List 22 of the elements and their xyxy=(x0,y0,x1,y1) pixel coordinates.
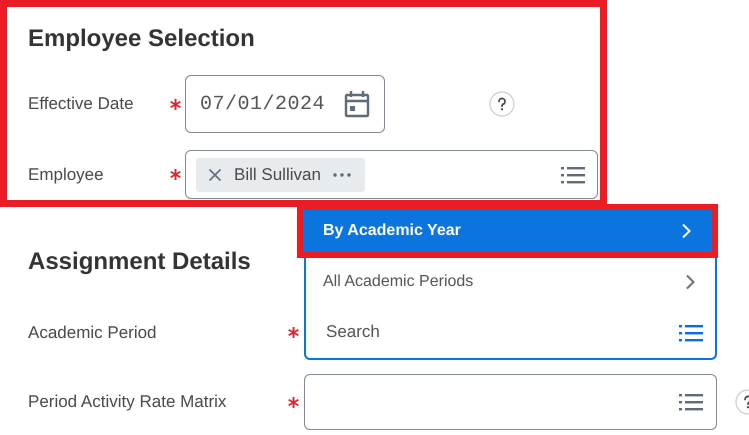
employee-field[interactable]: Bill Sullivan xyxy=(185,150,598,199)
section-title: Assignment Details xyxy=(28,247,252,277)
help-icon[interactable] xyxy=(488,91,514,117)
field-label: Employee xyxy=(28,164,105,184)
list-icon[interactable] xyxy=(679,322,703,342)
section-title: Employee Selection xyxy=(28,24,256,54)
list-icon[interactable] xyxy=(679,392,703,412)
date-field[interactable]: 07/01/2024 xyxy=(185,75,385,133)
token-label: Bill Sullivan xyxy=(234,164,321,184)
field-label: Academic Period xyxy=(28,322,158,342)
field-label: Period Activity Rate Matrix xyxy=(28,392,228,412)
field-label: Effective Date xyxy=(28,94,135,114)
close-icon[interactable] xyxy=(208,168,222,182)
calendar-icon[interactable] xyxy=(344,90,370,118)
prompt-field[interactable] xyxy=(304,374,717,430)
chevron-right-icon xyxy=(681,223,691,239)
list-icon[interactable] xyxy=(561,164,585,184)
prompt-field[interactable]: Search xyxy=(304,305,717,360)
menu-item[interactable]: By Academic Year xyxy=(297,204,718,258)
menu-item[interactable]: All Academic Periods xyxy=(304,258,717,306)
chevron-right-icon xyxy=(685,274,695,290)
more-icon[interactable] xyxy=(332,172,351,176)
